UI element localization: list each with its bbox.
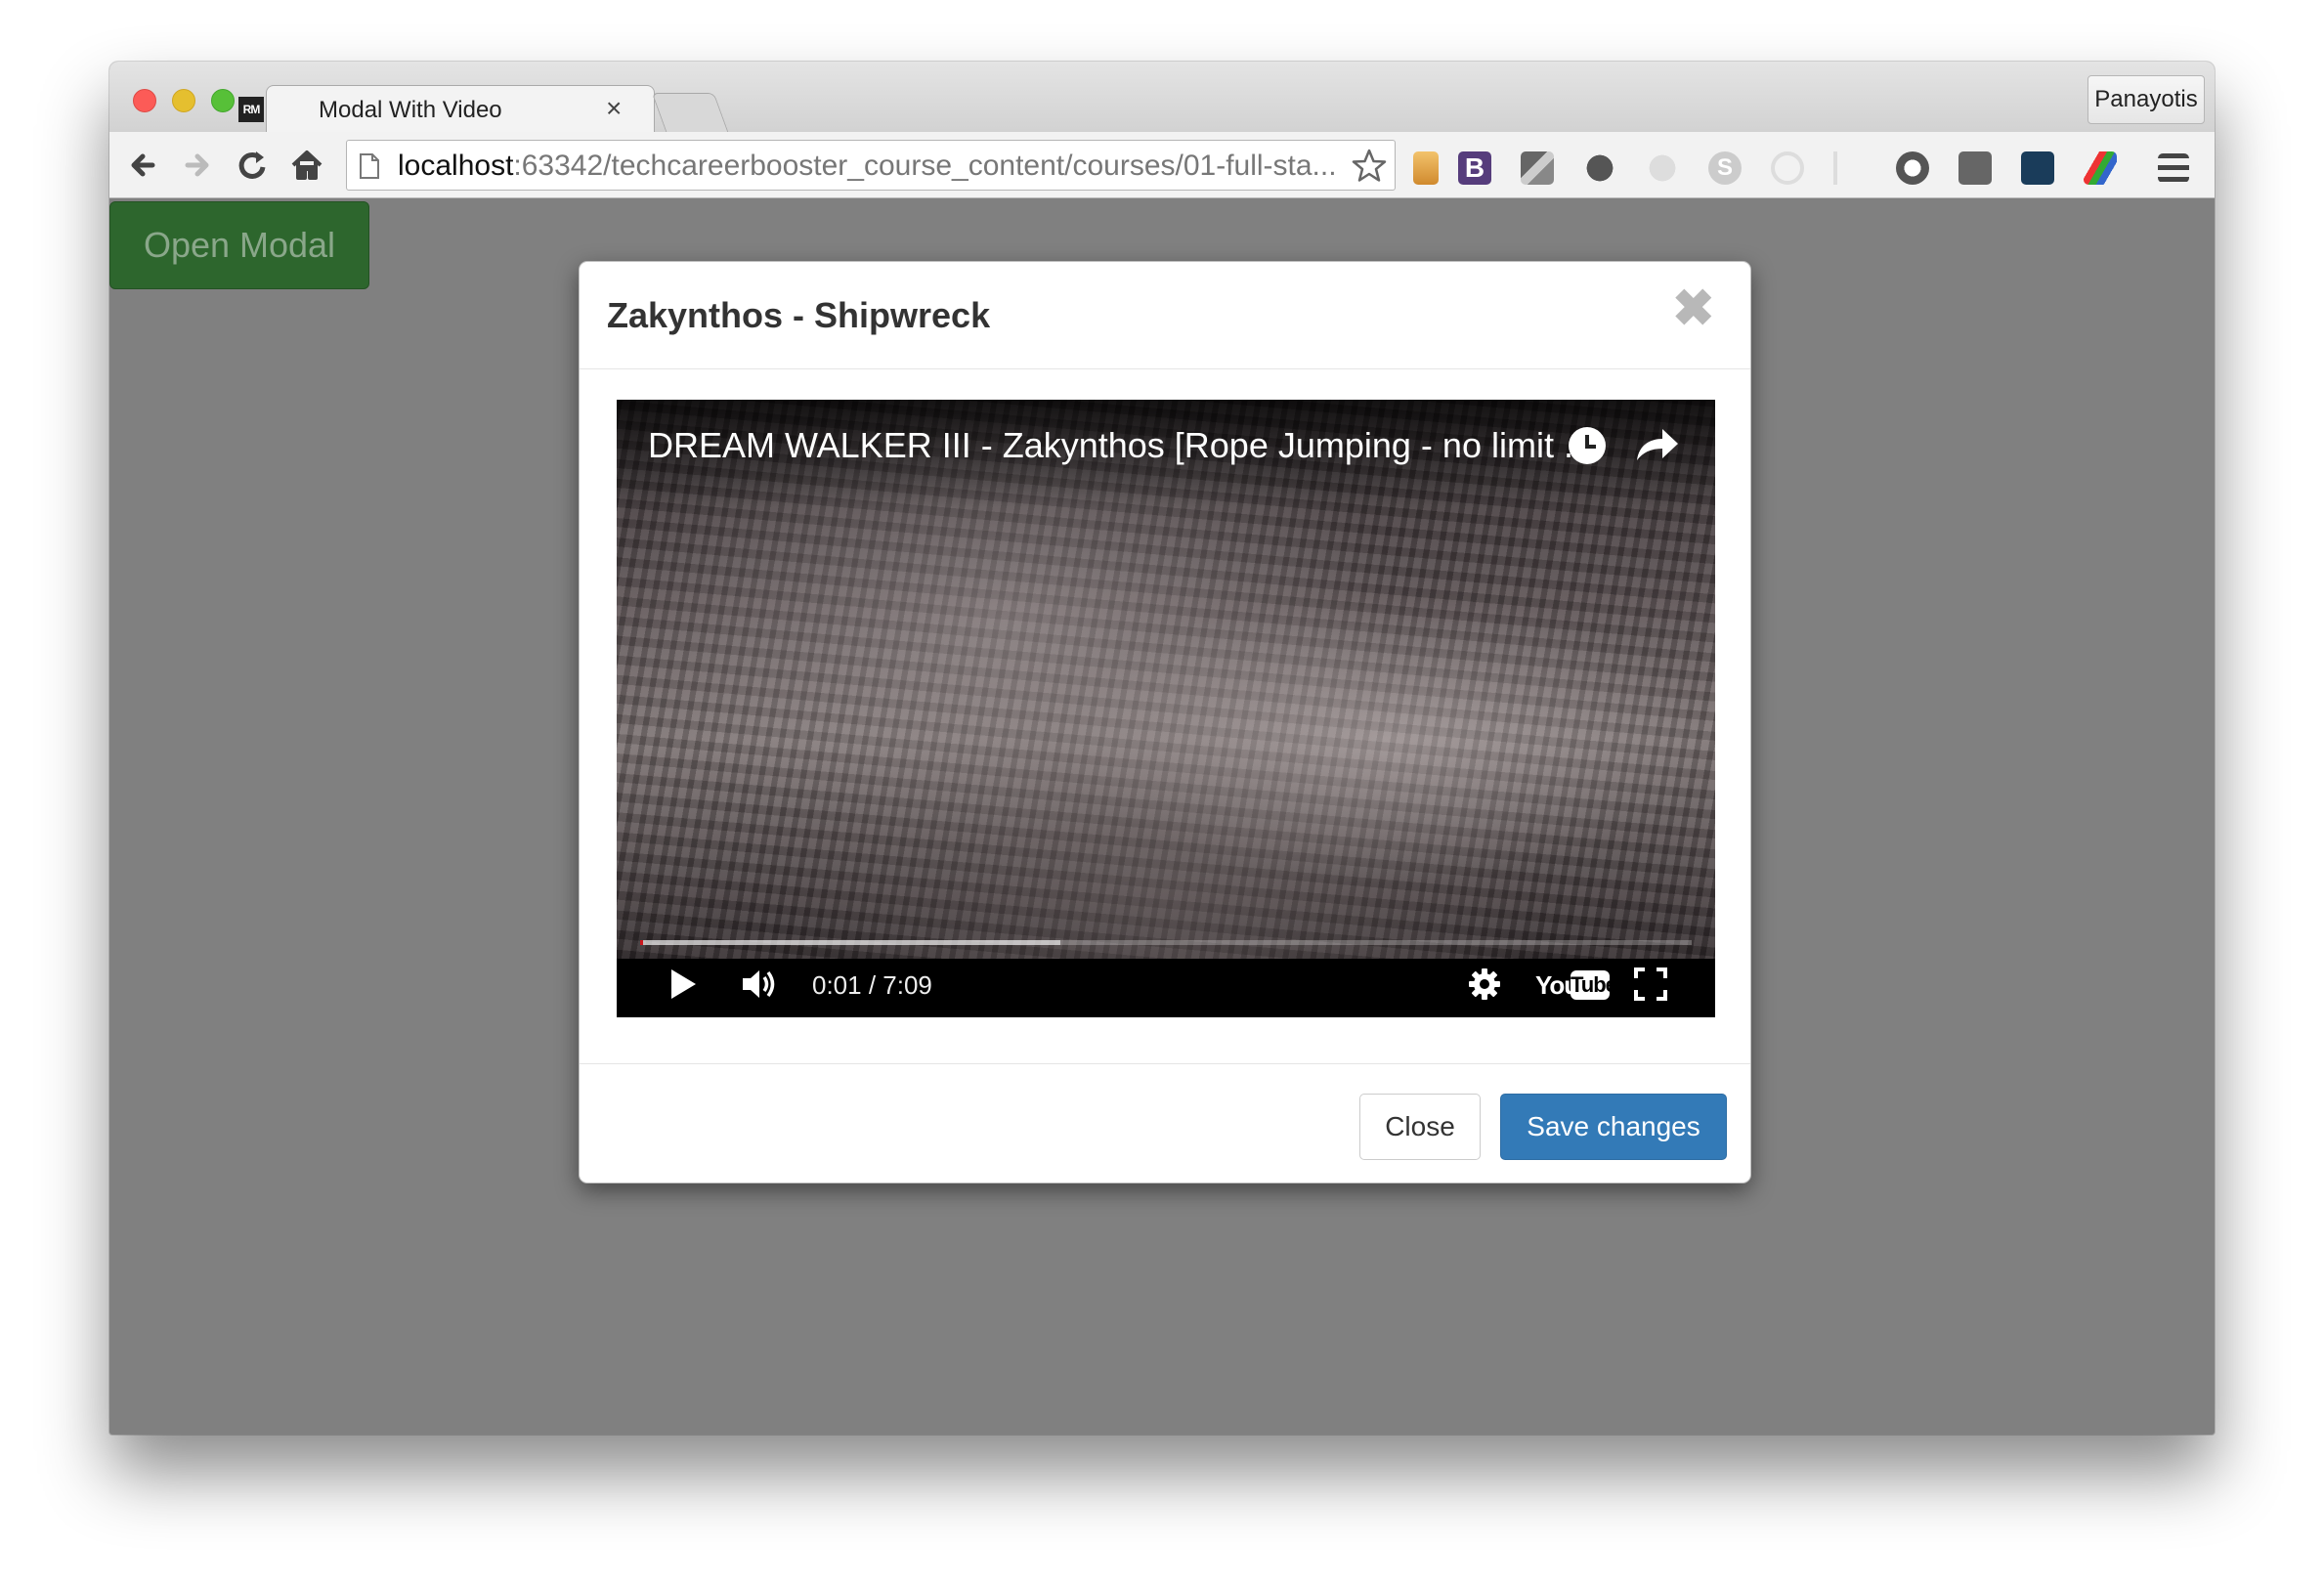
save-changes-button[interactable]: Save changes — [1500, 1094, 1727, 1160]
extension-snowflake-icon[interactable] — [1896, 151, 1929, 185]
extension-eyedropper-icon[interactable] — [1521, 151, 1554, 185]
play-icon[interactable] — [667, 967, 699, 1002]
fullscreen-icon[interactable] — [1633, 967, 1668, 1002]
profile-button[interactable]: Panayotis — [2087, 75, 2205, 124]
tab-strip: RM Modal With Video × Panayotis — [109, 62, 2215, 132]
new-tab-button[interactable] — [651, 93, 729, 132]
tab-title: Modal With Video — [319, 97, 502, 123]
progress-played — [640, 940, 644, 945]
modal-header: Zakynthos - Shipwreck ✖ — [580, 262, 1750, 369]
extension-sync-icon[interactable] — [1771, 151, 1804, 185]
browser-toolbar: localhost:63342/techcareerbooster_course… — [109, 132, 2215, 198]
bookmark-star-icon[interactable] — [1350, 147, 1389, 186]
address-bar[interactable]: localhost:63342/techcareerbooster_course… — [346, 140, 1396, 191]
close-button[interactable]: Close — [1359, 1094, 1481, 1160]
video-time: 0:01 / 7:09 — [812, 970, 932, 1000]
open-modal-button[interactable]: Open Modal — [109, 201, 369, 289]
extension-owl-icon[interactable] — [2021, 151, 2054, 185]
youtube-logo-tube: Tube — [1571, 970, 1617, 1000]
tab-close-icon[interactable]: × — [606, 94, 622, 123]
home-icon[interactable] — [285, 144, 328, 187]
progress-buffered — [640, 940, 1061, 945]
url-text: localhost:63342/techcareerbooster_course… — [398, 150, 1336, 182]
settings-icon[interactable] — [1467, 967, 1502, 1002]
volume-icon[interactable] — [740, 967, 779, 1002]
clock-icon[interactable] — [1567, 425, 1608, 466]
page-icon — [360, 153, 379, 179]
url-host: localhost — [398, 150, 514, 182]
extension-ruler-icon[interactable] — [1413, 151, 1439, 185]
menu-icon[interactable] — [2158, 153, 2189, 183]
progress-bar[interactable] — [640, 940, 1692, 945]
favicon-icon: RM — [238, 97, 264, 122]
extension-evernote-icon[interactable] — [1583, 151, 1616, 185]
extension-sitemap-icon[interactable] — [1646, 151, 1679, 185]
extension-arrow-icon[interactable] — [1833, 151, 1867, 185]
back-icon[interactable] — [123, 144, 166, 187]
extension-rainbow-icon[interactable] — [2084, 151, 2117, 185]
share-icon[interactable] — [1633, 425, 1680, 466]
reload-icon[interactable] — [231, 144, 274, 187]
youtube-logo[interactable]: You Tube — [1535, 968, 1617, 1002]
close-window-button[interactable] — [133, 89, 156, 112]
extension-skype-icon[interactable]: S — [1708, 151, 1742, 185]
minimize-window-button[interactable] — [172, 89, 195, 112]
modal-dialog: Zakynthos - Shipwreck ✖ DREAM WALKER III… — [579, 261, 1751, 1183]
video-title[interactable]: DREAM WALKER III - Zakynthos [Rope Jumpi… — [648, 425, 1593, 466]
zoom-window-button[interactable] — [211, 89, 235, 112]
extension-bootstrap-icon[interactable]: B — [1458, 151, 1491, 185]
browser-window: RM Modal With Video × Panayotis localhos… — [109, 62, 2215, 1435]
modal-footer: Close Save changes — [580, 1063, 1750, 1184]
modal-title: Zakynthos - Shipwreck — [607, 295, 991, 335]
extension-square-icon[interactable] — [1958, 151, 1992, 185]
modal-close-icon[interactable]: ✖ — [1672, 283, 1715, 334]
url-path: :63342/techcareerbooster_course_content/… — [513, 150, 1336, 182]
video-player[interactable]: DREAM WALKER III - Zakynthos [Rope Jumpi… — [617, 400, 1715, 1017]
forward-icon[interactable] — [176, 144, 219, 187]
